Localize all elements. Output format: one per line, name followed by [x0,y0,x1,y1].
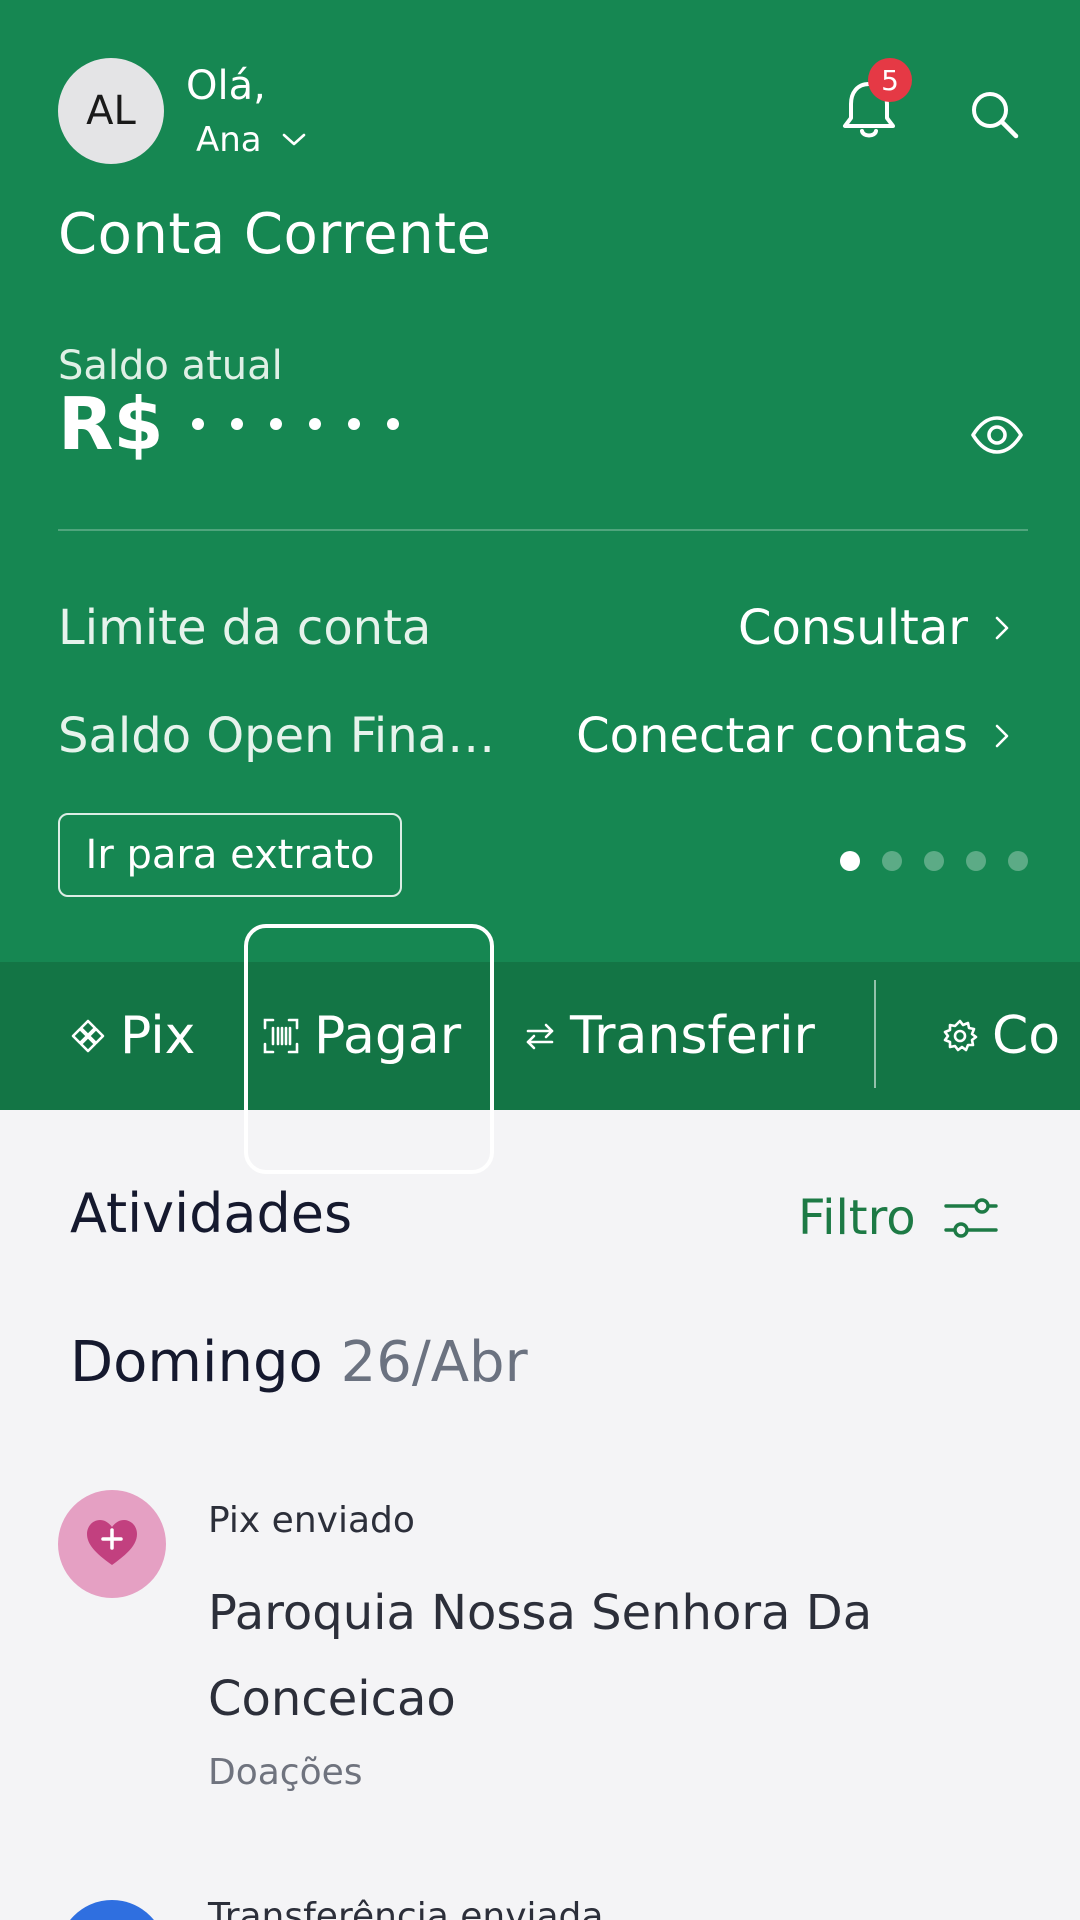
actions-separator [874,980,876,1088]
divider [58,529,1028,531]
connect-accounts-label: Conectar contas [576,708,968,764]
account-header: AL Olá, Ana 5 Conta Corrente Saldo atual… [0,0,1080,962]
date-day: Domingo [70,1330,323,1395]
transfer-icon [526,1023,554,1050]
transaction-type: Transferência enviada [208,1896,604,1920]
chevron-right-icon [995,616,1009,640]
pager-dot[interactable] [966,851,986,871]
activities-title: Atividades [70,1182,353,1245]
transaction-avatar [58,1900,166,1920]
connect-accounts-link[interactable]: Conectar contas [576,708,1010,764]
pager-dot[interactable] [882,851,902,871]
balance-currency: R$ [58,382,164,466]
transaction-avatar [58,1490,166,1598]
filter-label: Filtro [798,1190,916,1246]
transaction-category: Doações [208,1752,363,1793]
eye-icon[interactable] [970,408,1024,462]
chevron-right-icon [995,724,1009,748]
account-limit-label: Limite da conta [58,600,432,656]
search-icon[interactable] [968,88,1020,140]
balance-value: R$ [58,388,399,460]
screen: AL Olá, Ana 5 Conta Corrente Saldo atual… [0,0,1080,1920]
carousel-pager[interactable] [840,851,1028,871]
action-transfer[interactable]: Transferir [524,962,815,1110]
date-heading: Domingo 26/Abr [70,1330,528,1395]
consult-limit-link[interactable]: Consultar [738,600,1010,656]
quick-actions-bar: Pix Pagar Transferir Co [0,962,1080,1110]
open-finance-label: Saldo Open Fina… [58,708,496,764]
pager-dot[interactable] [924,851,944,871]
focus-highlight [244,924,494,1174]
pager-dot[interactable] [840,851,860,871]
pager-dot[interactable] [1008,851,1028,871]
action-more-label: Co [992,1006,1061,1066]
transaction-type: Pix enviado [208,1500,415,1541]
transaction-name: Paroquia Nossa Senhora Da Conceicao [208,1585,873,1727]
balance-hidden-dots [191,418,399,430]
gear-icon [943,1019,978,1052]
statement-button[interactable]: Ir para extrato [58,813,402,897]
action-pix-label: Pix [120,1006,196,1066]
consult-limit-label: Consultar [737,600,968,656]
action-more-settings[interactable]: Co [942,962,1060,1110]
avatar[interactable]: AL [58,58,164,164]
action-pix[interactable]: Pix [70,962,195,1110]
sliders-icon [943,1198,998,1238]
greeting: Olá, [186,63,266,109]
notification-badge: 5 [868,58,912,102]
user-selector[interactable]: Ana [196,120,306,160]
action-transfer-label: Transferir [570,1006,815,1066]
account-title: Conta Corrente [58,202,492,267]
filter-button[interactable]: Filtro [798,1190,998,1246]
pix-icon [71,1019,105,1053]
heart-plus-icon [87,1520,137,1565]
date-number: 26/Abr [340,1330,528,1395]
user-name: Ana [196,120,262,160]
chevron-down-icon [282,133,305,146]
